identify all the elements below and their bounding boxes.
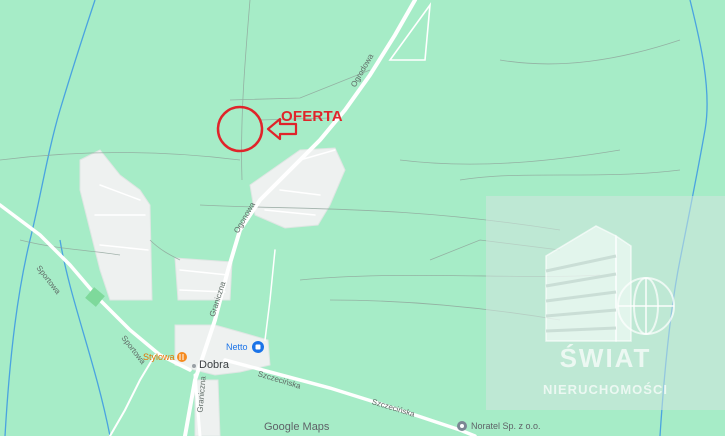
offer-circle [216, 105, 264, 153]
watermark-line1: ŚWIAT [559, 343, 652, 373]
poi-label-netto[interactable]: Netto [226, 342, 248, 352]
watermark: ŚWIAT NIERUCHOMOŚCI [486, 196, 725, 410]
poi-label-noratel[interactable]: Noratel Sp. z o.o. [471, 421, 541, 431]
map-view[interactable]: Ogrodowa Ogonowa Graniczna Graniczna Spo… [0, 0, 725, 436]
google-maps-attribution[interactable]: Google Maps [264, 421, 329, 433]
dobra-dot [192, 364, 196, 368]
building-globe-logo [545, 225, 675, 342]
place-label-dobra[interactable]: Dobra [199, 359, 229, 371]
road [109, 354, 156, 436]
netto-marker [252, 341, 264, 353]
watermark-line2: NIERUCHOMOŚCI [543, 382, 668, 397]
urban-area [79, 149, 153, 301]
noratel-marker [457, 421, 467, 431]
stylowa-marker [177, 352, 187, 362]
road [264, 249, 276, 341]
offer-label: OFERTA [281, 108, 343, 125]
poi-label-stylowa[interactable]: Stylowa [143, 352, 175, 362]
